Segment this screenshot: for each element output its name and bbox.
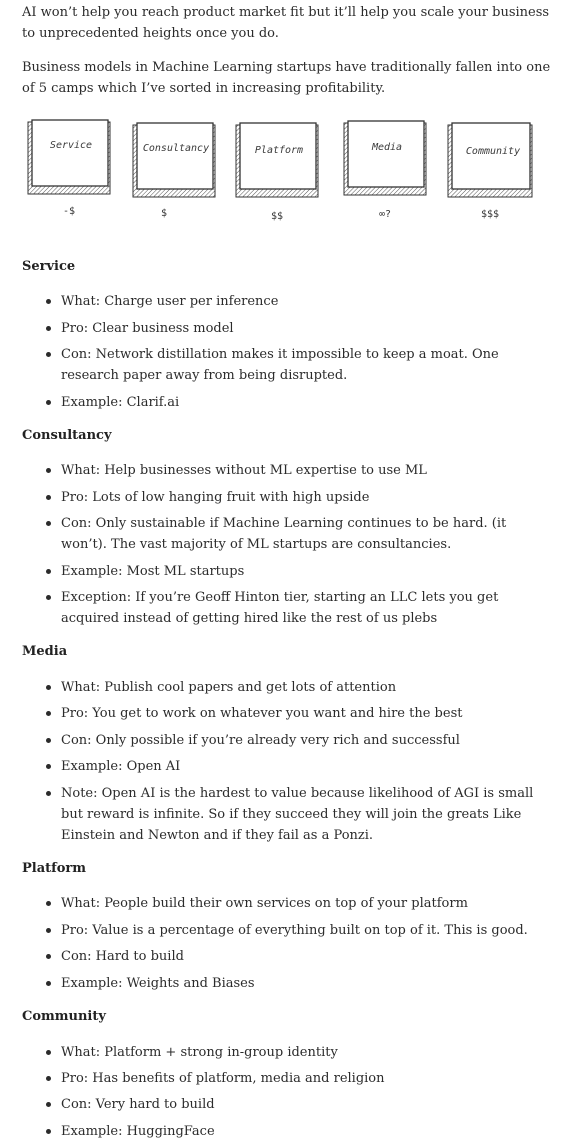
box-platform (235, 122, 319, 198)
list-item: Pro: Lots of low hanging fruit with high… (61, 490, 370, 505)
list-item: Con: Hard to build (61, 949, 184, 964)
bullet (46, 521, 51, 526)
intro-paragraph: Business models in Machine Learning star… (22, 60, 551, 96)
box-label-media: Media (371, 142, 403, 153)
section-heading-service: Service (22, 259, 76, 274)
price-media: ∞? (378, 209, 392, 220)
section-heading-community: Community (22, 1009, 106, 1024)
price-community: $$$ (480, 209, 500, 220)
list-item: Example: Most ML startups (61, 564, 245, 579)
box-media (343, 120, 427, 196)
bullet (46, 400, 51, 405)
list-item: Pro: Clear business model (61, 321, 234, 336)
list-item: What: Charge user per inference (61, 294, 279, 309)
article: AI won’t help you reach product market f… (0, 0, 578, 1146)
box-label-service: Service (49, 140, 93, 151)
price-consultancy: $ (160, 208, 168, 219)
bullet (46, 685, 51, 690)
box-service (27, 119, 111, 195)
bullet (46, 468, 51, 473)
box-label-consultancy: Consultancy (142, 143, 210, 154)
list-item: Pro: You get to work on whatever you wan… (61, 706, 463, 721)
list-item: Note: Open AI is the hardest to value be… (61, 786, 534, 843)
list-item: What: Publish cool papers and get lots o… (61, 680, 397, 695)
list-item: Con: Network distillation makes it impos… (61, 347, 499, 383)
list-item: What: Platform + strong in-group identit… (61, 1045, 338, 1060)
bullet (46, 791, 51, 796)
bullet (46, 928, 51, 933)
bullet (46, 595, 51, 600)
section-heading-platform: Platform (22, 861, 87, 876)
price-platform: $$ (270, 211, 284, 222)
list-item: Exception: If you’re Geoff Hinton tier, … (61, 590, 499, 626)
bullet (46, 495, 51, 500)
list-item: Example: Open AI (61, 759, 181, 774)
list-item: What: Help businesses without ML experti… (61, 463, 427, 478)
bullet (46, 1102, 51, 1107)
bullet (46, 764, 51, 769)
box-consultancy (132, 122, 216, 198)
bullet (46, 901, 51, 906)
bullet (46, 981, 51, 986)
bullet (46, 1076, 51, 1081)
intro-paragraph: AI won’t help you reach product market f… (22, 5, 550, 41)
bullet (46, 326, 51, 331)
list-item: Con: Very hard to build (61, 1097, 215, 1112)
list-item: Example: HuggingFace (61, 1124, 215, 1139)
bullet (46, 738, 51, 743)
bullet (46, 352, 51, 357)
bullet (46, 569, 51, 574)
list-item: Pro: Has benefits of platform, media and… (61, 1071, 385, 1086)
bullet (46, 954, 51, 959)
business-model-diagram: Service Consultancy Platform Media Commu… (22, 116, 542, 236)
section-heading-media: Media (22, 644, 68, 659)
price-service: -$ (62, 206, 76, 217)
list-item: Pro: Value is a percentage of everything… (61, 923, 528, 938)
box-label-platform: Platform (254, 145, 304, 156)
box-community (447, 122, 533, 198)
bullet (46, 711, 51, 716)
list-item: Example: Weights and Biases (61, 976, 255, 991)
section-heading-consultancy: Consultancy (22, 428, 112, 443)
list-item: Example: Clarif.ai (61, 395, 180, 410)
box-label-community: Community (465, 146, 521, 157)
bullet (46, 1050, 51, 1055)
bullet (46, 1129, 51, 1134)
list-item: Con: Only sustainable if Machine Learnin… (61, 516, 507, 552)
bullet (46, 299, 51, 304)
list-item: What: People build their own services on… (61, 896, 468, 911)
list-item: Con: Only possible if you’re already ver… (61, 733, 460, 748)
